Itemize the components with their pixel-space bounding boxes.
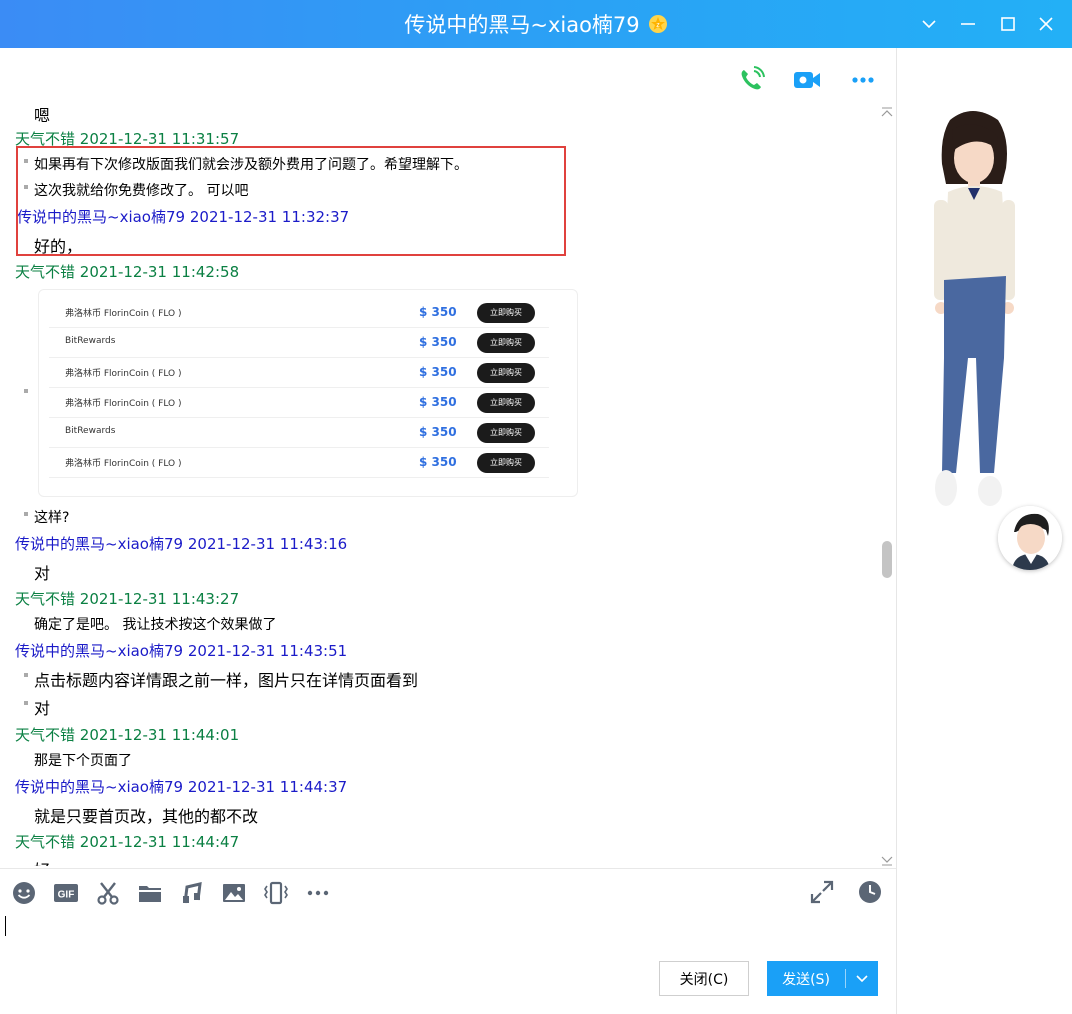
video-call-icon[interactable]: [791, 64, 823, 96]
product-name: 弗洛林币 FlorinCoin ( FLO ): [65, 459, 182, 469]
emoji-icon[interactable]: [10, 879, 38, 907]
minimize-icon[interactable]: [952, 8, 984, 40]
message-text: 那是下个页面了: [34, 753, 132, 769]
shared-image[interactable]: 弗洛林币 FlorinCoin ( FLO ) $ 350 立即购买 BitRewar…: [38, 289, 578, 497]
product-price: $ 350: [419, 335, 457, 349]
contact-avatar[interactable]: [998, 506, 1062, 570]
scroll-up-icon[interactable]: [880, 104, 894, 117]
message-text: 点击标题内容详情跟之前一样，图片只在详情页面看到: [34, 671, 419, 690]
maximize-icon[interactable]: [992, 8, 1024, 40]
message-header: 天气不错 2021-12-31 11:43:27: [15, 588, 239, 609]
input-toolbar: GIF: [10, 878, 332, 908]
message-text: 对: [34, 564, 51, 583]
message-time: 2021-12-31 11:44:47: [79, 833, 240, 851]
message-text: 好: [34, 857, 50, 866]
history-clock-icon[interactable]: [856, 878, 884, 906]
bullet: [24, 701, 28, 705]
close-button[interactable]: 关闭(C): [659, 961, 749, 996]
music-icon[interactable]: [178, 879, 206, 907]
product-name: BitRewards: [65, 336, 116, 346]
chat-main-panel: 嗯 天气不错 2021-12-31 11:31:57 如果再有下次修改版面我们就…: [0, 48, 896, 1014]
buy-now-button[interactable]: 立即购买: [477, 333, 535, 353]
message-time: 2021-12-31 11:43:51: [187, 642, 348, 660]
scroll-down-icon[interactable]: [880, 851, 894, 866]
product-price: $ 350: [419, 425, 457, 439]
image-icon[interactable]: [220, 879, 248, 907]
sender-name: 天气不错: [15, 263, 76, 281]
product-price: $ 350: [419, 305, 457, 319]
phone-call-icon[interactable]: [735, 64, 767, 96]
message-header: 传说中的黑马~xiao楠79 2021-12-31 11:44:37: [15, 776, 347, 797]
product-row: 弗洛林币 FlorinCoin ( FLO ) $ 350 立即购买: [49, 448, 549, 478]
gif-icon[interactable]: GIF: [52, 879, 80, 907]
text-caret: [5, 916, 6, 936]
sender-name: 天气不错: [15, 726, 76, 744]
buy-now-button[interactable]: 立即购买: [477, 363, 535, 383]
product-price: $ 350: [419, 365, 457, 379]
more-icon[interactable]: [304, 879, 332, 907]
folder-icon[interactable]: [136, 879, 164, 907]
send-button-label: 发送(S): [782, 971, 830, 988]
message-text: 确定了是吧。 我让技术按这个效果做了: [34, 617, 277, 633]
annotation-highlight-box: [16, 146, 566, 256]
show-avatar-icon[interactable]: [922, 108, 1022, 520]
message-header: 天气不错 2021-12-31 11:44:01: [15, 724, 239, 745]
product-row: BitRewards $ 350 立即购买: [49, 328, 549, 358]
message-time: 2021-12-31 11:42:58: [79, 263, 240, 281]
toolbar-divider: [0, 868, 896, 869]
close-icon[interactable]: [1030, 8, 1062, 40]
product-name: 弗洛林币 FlorinCoin ( FLO ): [65, 399, 182, 409]
product-row: 弗洛林币 FlorinCoin ( FLO ) $ 350 立即购买: [49, 298, 549, 328]
scrollbar-thumb[interactable]: [882, 541, 892, 578]
message-text: 这样?: [34, 510, 70, 526]
screenshot-scissors-icon[interactable]: [94, 879, 122, 907]
more-icon[interactable]: [847, 64, 879, 96]
product-row: BitRewards $ 350 立即购买: [49, 418, 549, 448]
message-header: 天气不错 2021-12-31 11:44:47: [15, 831, 239, 852]
product-price: $ 350: [419, 395, 457, 409]
message-text: 对: [34, 699, 51, 718]
message-text: 就是只要首页改，其他的都不改: [34, 807, 259, 826]
product-row: 弗洛林币 FlorinCoin ( FLO ) $ 350 立即购买: [49, 358, 549, 388]
buy-now-button[interactable]: 立即购买: [477, 453, 535, 473]
buy-now-button[interactable]: 立即购买: [477, 423, 535, 443]
bullet: [24, 389, 28, 393]
chevron-down-icon[interactable]: [913, 8, 945, 40]
svg-text:z: z: [656, 22, 660, 29]
sender-name: 传说中的黑马~xiao楠79: [15, 778, 184, 796]
message-time: 2021-12-31 11:44:37: [187, 778, 348, 796]
message-time: 2021-12-31 11:44:01: [79, 726, 240, 744]
product-name: 弗洛林币 FlorinCoin ( FLO ): [65, 309, 182, 319]
message-time: 2021-12-31 11:43:16: [187, 535, 348, 553]
sender-name: 天气不错: [15, 590, 76, 608]
contact-name: 传说中的黑马~xiao楠79: [404, 13, 640, 37]
svg-text:GIF: GIF: [58, 890, 75, 901]
expand-icon[interactable]: [808, 878, 836, 906]
message-header: 天气不错 2021-12-31 11:42:58: [15, 261, 239, 282]
product-name: BitRewards: [65, 426, 116, 436]
sender-name: 传说中的黑马~xiao楠79: [15, 535, 184, 553]
chevron-down-icon[interactable]: [846, 974, 878, 984]
product-row: 弗洛林币 FlorinCoin ( FLO ) $ 350 立即购买: [49, 388, 549, 418]
shake-icon[interactable]: [262, 879, 290, 907]
message-time: 2021-12-31 11:43:27: [79, 590, 240, 608]
message-header: 传说中的黑马~xiao楠79 2021-12-31 11:43:16: [15, 533, 347, 554]
sender-name: 天气不错: [15, 833, 76, 851]
avatar-icon: [998, 506, 1062, 570]
bullet: [24, 512, 28, 516]
buy-now-button[interactable]: 立即购买: [477, 303, 535, 323]
message-header: 传说中的黑马~xiao楠79 2021-12-31 11:43:51: [15, 640, 347, 661]
vip-star-icon: z: [648, 14, 668, 34]
message-text: 嗯: [34, 106, 51, 125]
bullet: [24, 673, 28, 677]
buy-now-button[interactable]: 立即购买: [477, 393, 535, 413]
header-actions: [735, 64, 879, 96]
message-input[interactable]: [0, 914, 896, 959]
product-price: $ 350: [419, 455, 457, 469]
window-title: 传说中的黑马~xiao楠79 z: [404, 9, 667, 39]
sender-name: 传说中的黑马~xiao楠79: [15, 642, 184, 660]
product-name: 弗洛林币 FlorinCoin ( FLO ): [65, 369, 182, 379]
send-button[interactable]: 发送(S): [767, 961, 878, 996]
